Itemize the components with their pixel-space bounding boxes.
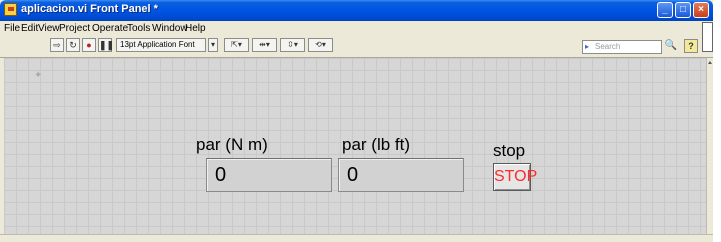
menu-project[interactable]: Project [59,23,90,34]
menu-help[interactable]: Help [185,23,206,34]
menu-window[interactable]: Window [152,23,188,34]
menu-file[interactable]: File [4,23,20,34]
reorder-icon[interactable]: ⟲▾ [308,38,333,52]
menu-operate[interactable]: Operate [92,23,128,34]
connector-pane-icon[interactable] [702,22,713,52]
resize-objects-icon[interactable]: ⇳▾ [280,38,305,52]
numeric-label-lbft: par (lb ft) [342,135,411,154]
distribute-objects-icon[interactable]: ⇹▾ [252,38,277,52]
toolbar: ⇨ ↻ ● ❚❚ 13pt Application Font ▾ ⇱▾ ⇹▾ ⇳… [0,36,713,58]
origin-marker-icon: ✦ [34,70,43,81]
window-title: aplicacion.vi Front Panel * [21,3,158,15]
font-dropdown-arrow-icon[interactable]: ▾ [208,38,218,52]
abort-execution-icon[interactable]: ● [82,38,96,52]
stop-label: stop [493,141,526,160]
context-help-icon[interactable]: ? [684,39,698,53]
menu-view[interactable]: View [38,23,60,34]
minimize-button[interactable]: _ [657,2,673,18]
menu-bar: File Edit View Project Operate Tools Win… [0,21,713,36]
front-panel-canvas[interactable]: ✦ par (N m) 0 par (lb ft) 0 stop STOP [4,58,706,234]
maximize-button[interactable]: □ [675,2,691,18]
numeric-indicator-lbft[interactable]: 0 [338,158,464,192]
align-objects-icon[interactable]: ⇱▾ [224,38,249,52]
numeric-indicator-nm[interactable]: 0 [206,158,332,192]
numeric-label-nm: par (N m) [196,135,268,154]
font-selector[interactable]: 13pt Application Font [116,38,206,52]
title-bar[interactable]: aplicacion.vi Front Panel * _ □ × [0,0,713,21]
stop-button[interactable]: STOP [493,163,537,191]
labview-app-icon[interactable] [4,3,17,16]
bottom-edge [0,234,713,242]
search-input[interactable]: Search [582,40,662,54]
close-button[interactable]: × [693,2,709,18]
labview-window: aplicacion.vi Front Panel * _ □ × File E… [0,0,713,242]
menu-edit[interactable]: Edit [21,23,38,34]
pause-icon[interactable]: ❚❚ [98,38,114,52]
search-icon[interactable]: 🔍 [664,39,678,53]
run-continuously-icon[interactable]: ↻ [66,38,80,52]
run-arrow-icon[interactable]: ⇨ [50,38,64,52]
menu-tools[interactable]: Tools [127,23,150,34]
vertical-scrollbar[interactable] [706,58,713,238]
